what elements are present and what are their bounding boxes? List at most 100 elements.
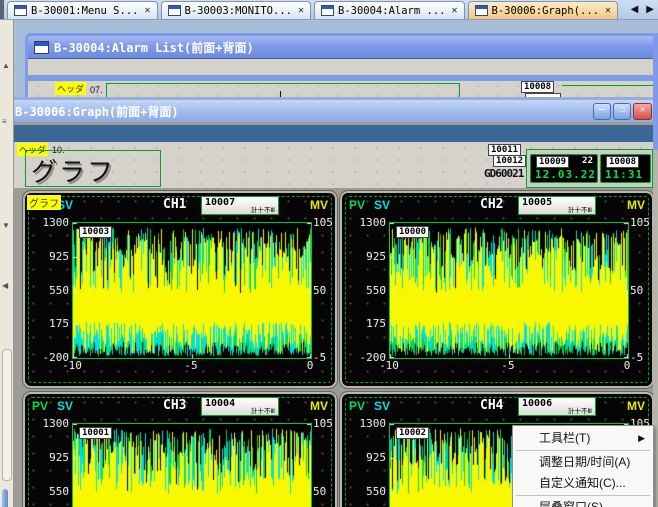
menu-item[interactable]: 自定义通知(C)... — [513, 473, 653, 494]
address-label: 10008 — [606, 156, 639, 168]
tab-close-icon[interactable]: ✕ — [298, 5, 304, 16]
graph-object-tag: グラフ — [27, 195, 61, 210]
address-box: 10007 計十不Ⅲ — [201, 196, 279, 215]
time-value: 11:31 — [605, 168, 643, 181]
date-corner-value: 22 — [582, 156, 593, 166]
close-icon[interactable]: ✕ — [633, 103, 652, 120]
y-axis-right-tick: 50 — [313, 485, 326, 498]
channel-title: CH3 — [163, 398, 186, 413]
b30006-title: B-30006:Graph(前面+背面) — [15, 103, 179, 120]
tab-close-icon[interactable]: ✕ — [451, 5, 457, 16]
tab-close-icon[interactable]: ✕ — [144, 5, 150, 16]
plot-address-label: 10003 — [79, 226, 112, 238]
device-label: GD60021 — [484, 167, 523, 180]
minimize-icon[interactable]: — — [593, 103, 611, 120]
address-subtext: 計十不Ⅲ — [251, 405, 275, 415]
b30004-title: B-30004:Alarm List(前面+背面) — [54, 39, 254, 56]
address-subtext: 計十不Ⅲ — [568, 405, 592, 415]
x-axis-tick: 0 — [290, 359, 330, 372]
screen-title-box: グラフ — [25, 150, 161, 187]
y-axis-left-tick: 925 — [344, 451, 386, 464]
date-value: 12.03.22 — [535, 168, 596, 181]
address-value: 10004 — [205, 398, 235, 409]
address-value: 10007 — [205, 197, 235, 208]
plot-address-label: 10001 — [79, 427, 112, 439]
sv-label: SV — [374, 198, 390, 212]
x-axis-tick: -5 — [488, 359, 528, 372]
screen-tab[interactable]: B-30006:Graph(... ✕ — [468, 1, 619, 19]
tab-scroll-right-icon[interactable]: ▶ — [646, 4, 654, 15]
side-thumb[interactable] — [2, 489, 8, 507]
docked-side-panel[interactable]: ▲ ≡ ▼ ◀ — [0, 19, 14, 507]
address-label: 10009 — [536, 156, 569, 168]
plot-address-label: 10000 — [396, 226, 429, 238]
date-display: 10009 22 12.03.22 — [530, 154, 598, 183]
menu-item[interactable]: 调整日期/时间(A) — [513, 452, 653, 473]
pv-label: PV — [349, 399, 365, 413]
scroll-up-icon[interactable]: ▲ — [2, 61, 10, 70]
header-object-tag: ヘッダ — [55, 82, 86, 95]
x-axis-tick: 0 — [607, 359, 647, 372]
pv-label: PV — [349, 198, 365, 212]
y-axis-right-tick: 50 — [313, 284, 326, 297]
menu-separator — [516, 450, 650, 451]
mv-label: MV — [627, 198, 645, 212]
tab-close-icon[interactable]: ✕ — [605, 5, 611, 16]
y-axis-right-tick: 105 — [313, 216, 333, 229]
address-label: 10012 — [493, 155, 526, 167]
address-value: 10006 — [522, 398, 552, 409]
y-axis-left-tick: 550 — [27, 485, 69, 498]
window-icon — [34, 41, 49, 54]
b30004-title-bar[interactable]: B-30004:Alarm List(前面+背面) — [28, 36, 658, 58]
collapse-icon[interactable]: ◀ — [2, 281, 8, 290]
header-tag-suffix: 07. — [90, 85, 103, 95]
window-icon — [168, 5, 181, 16]
green-line — [562, 85, 658, 86]
address-box: 10005 計十不Ⅲ — [518, 196, 596, 215]
window-icon — [321, 5, 334, 16]
graph-panel[interactable]: PV SV CH2 10005 計十不Ⅲ MV 10000 1300925550… — [340, 191, 654, 388]
plot-address-label: 10002 — [396, 427, 429, 439]
screen-tab[interactable]: B-30001:Menu S... ✕ — [7, 1, 158, 19]
y-axis-left-tick: 175 — [27, 317, 69, 330]
waveform-canvas — [390, 223, 628, 358]
maximize-icon[interactable]: ❐ — [613, 103, 631, 120]
graph-header-band: ヘッダ 10. グラフ 10011 10012 GD60021 10009 22… — [14, 142, 653, 188]
b30006-title-bar[interactable]: B-30006:Graph(前面+背面) — ❐ ✕ — [11, 100, 656, 122]
tab-label: B-30001:Menu S... — [31, 5, 138, 17]
graph-panel[interactable]: PV SV CH3 10004 計十不Ⅲ MV 10001 1300925550… — [23, 392, 337, 507]
plot-area: 10003 — [72, 222, 312, 359]
window-icon — [14, 5, 27, 16]
address-subtext: 計十不Ⅲ — [251, 204, 275, 214]
address-subtext: 計十不Ⅲ — [568, 204, 592, 214]
back-window-edge — [653, 33, 658, 150]
y-axis-left-tick: 550 — [344, 485, 386, 498]
screen-tab[interactable]: B-30004:Alarm ... ✕ — [314, 1, 465, 19]
y-axis-right-tick: 105 — [630, 216, 650, 229]
tab-scroll-left-icon[interactable]: ◀ — [631, 4, 639, 15]
y-axis-right-tick: 50 — [630, 284, 643, 297]
side-scrollbar[interactable] — [2, 349, 12, 481]
screen-background-strip — [14, 125, 653, 142]
waveform-canvas — [73, 223, 311, 358]
menu-item[interactable]: 工具栏(T)▶ — [513, 428, 653, 449]
screen-tab[interactable]: B-30003:MONITO... ✕ — [161, 1, 312, 19]
y-axis-left-tick: 550 — [344, 284, 386, 297]
y-axis-right-tick: 105 — [313, 417, 333, 430]
window-icon — [475, 5, 488, 16]
scroll-down-icon[interactable]: ▼ — [2, 221, 10, 230]
screen-tab-bar: B-30001:Menu S... ✕ B-30003:MONITO... ✕ … — [0, 0, 658, 20]
y-axis-left-tick: 1300 — [344, 417, 386, 430]
sv-label: SV — [374, 399, 390, 413]
tab-scroll-arrows: ◀ ▶ — [631, 4, 654, 15]
graph-panel[interactable]: PV SV CH1 10007 計十不Ⅲ MV グラフ 10003 130092… — [23, 191, 337, 388]
clock-group-box: 10009 22 12.03.22 10008 11:31 — [526, 149, 653, 188]
context-menu: 工具栏(T)▶ 调整日期/时间(A)自定义通知(C)... 层叠窗口(S) — [512, 425, 654, 507]
y-axis-left-tick: 925 — [27, 250, 69, 263]
y-axis-left-tick: 1300 — [27, 216, 69, 229]
plot-area: 10000 — [389, 222, 629, 359]
plot-area: 10001 — [72, 423, 312, 507]
menu-item[interactable]: 层叠窗口(S) — [513, 497, 653, 507]
channel-title: CH2 — [480, 197, 503, 212]
y-axis-left-tick: 550 — [27, 284, 69, 297]
